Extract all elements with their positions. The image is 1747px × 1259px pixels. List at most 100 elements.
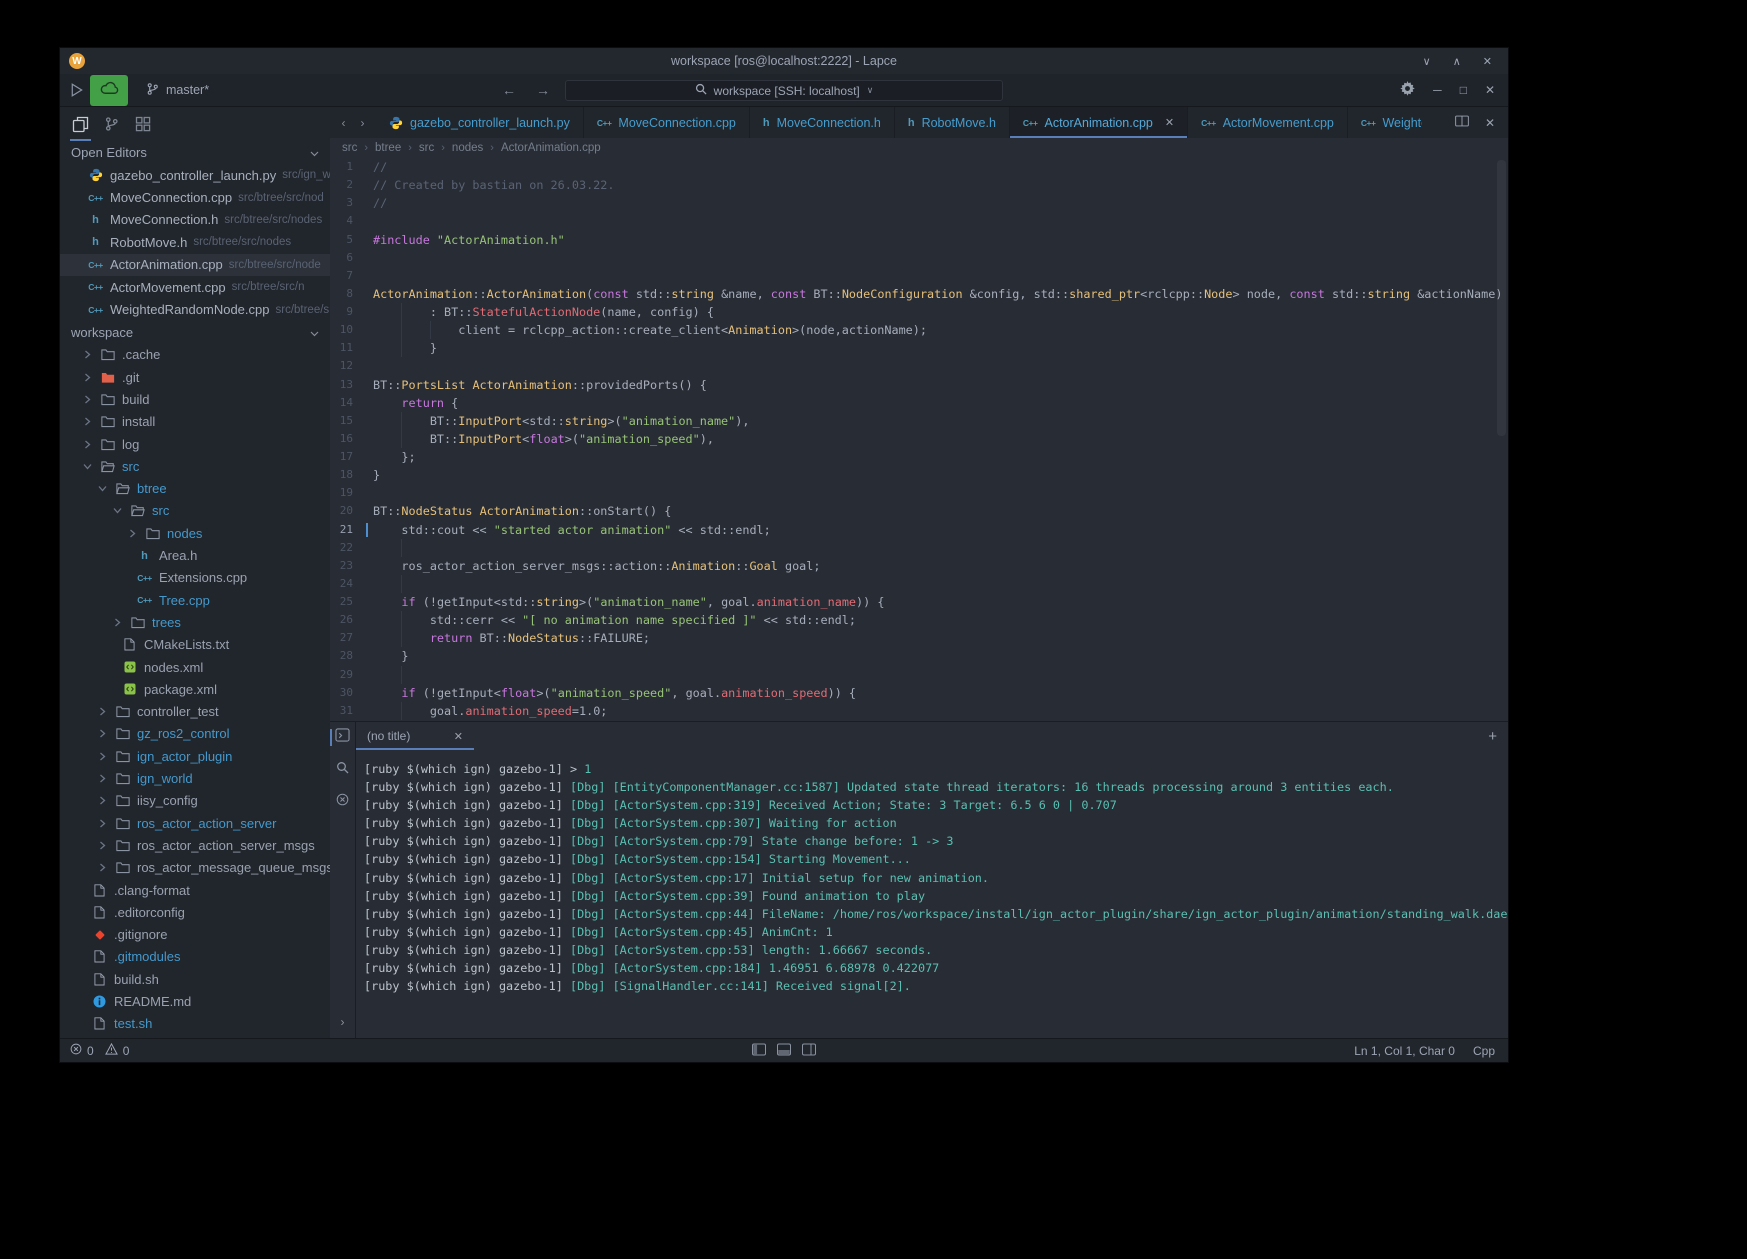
extensions-grid-icon[interactable] [127, 107, 158, 141]
tree-item-name: .gitmodules [114, 949, 180, 964]
tab-actormovement-cpp[interactable]: C++ActorMovement.cpp [1188, 107, 1348, 138]
open-editor-actoranimation-cpp[interactable]: C++ActorAnimation.cppsrc/btree/src/node [60, 254, 330, 276]
tab-actoranimation-cpp[interactable]: C++ActorAnimation.cpp✕ [1010, 107, 1188, 138]
back-button[interactable]: ← [502, 82, 516, 98]
breadcrumb-item-actoranimation-cpp[interactable]: ActorAnimation.cpp [501, 142, 601, 154]
tab-gazebo-controller-launch-py[interactable]: gazebo_controller_launch.py [376, 107, 584, 138]
maximize-button[interactable]: □ [1460, 83, 1467, 97]
line-number: 14 [330, 394, 364, 412]
tree-item-tree-cpp[interactable]: C++Tree.cpp [60, 589, 330, 611]
command-palette-input[interactable]: workspace [SSH: localhost] ∨ [565, 80, 1003, 101]
open-editor-robotmove-h[interactable]: hRobotMove.hsrc/btree/src/nodes [60, 231, 330, 253]
open-editor-moveconnection-h[interactable]: hMoveConnection.hsrc/btree/src/nodes [60, 209, 330, 231]
terminal-panel-icon[interactable] [335, 728, 350, 747]
tree-item-clang-format[interactable]: .clang-format [60, 879, 330, 901]
tree-item-nodes-xml[interactable]: nodes.xml [60, 656, 330, 678]
tree-item-install[interactable]: install [60, 411, 330, 433]
tab-robotmove-h[interactable]: hRobotMove.h [895, 107, 1010, 138]
tabs-scroll-left-icon[interactable]: ‹ [342, 116, 346, 130]
open-editor-name: RobotMove.h [110, 235, 187, 250]
new-terminal-icon[interactable]: + [1488, 728, 1497, 745]
breadcrumb[interactable]: src›btree›src›nodes›ActorAnimation.cpp [330, 138, 1508, 158]
workspace-header[interactable]: workspace [60, 321, 330, 344]
toggle-right-panel-icon[interactable] [802, 1043, 817, 1059]
tree-item-gitmodules[interactable]: .gitmodules [60, 946, 330, 968]
git-branch-indicator[interactable]: master* [146, 82, 209, 99]
code-editor[interactable]: 1//2// Created by bastian on 26.03.22.3/… [330, 158, 1508, 721]
tabs-scroll-right-icon[interactable]: › [361, 116, 365, 130]
panel-expand-icon[interactable]: › [341, 1015, 345, 1029]
tree-item-src[interactable]: src [60, 500, 330, 522]
search-panel-icon[interactable] [336, 761, 349, 779]
tree-item-controller-test[interactable]: controller_test [60, 700, 330, 722]
tab-close-icon[interactable]: ✕ [1165, 116, 1174, 129]
tab-moveconnection-cpp[interactable]: C++MoveConnection.cpp [584, 107, 750, 138]
tree-item-src[interactable]: src [60, 455, 330, 477]
language-mode[interactable]: Cpp [1473, 1044, 1495, 1058]
tree-item-ros-actor-message-queue-msgs[interactable]: ros_actor_message_queue_msgs [60, 857, 330, 879]
terminal-output[interactable]: [ruby $(which ign) gazebo-1] > 1[ruby $(… [356, 750, 1508, 995]
code-line-text: ActorAnimation::ActorAnimation(const std… [373, 285, 1502, 303]
open-editor-moveconnection-cpp[interactable]: C++MoveConnection.cppsrc/btree/src/nod [60, 186, 330, 208]
title-bar[interactable]: W workspace [ros@localhost:2222] - Lapce… [60, 48, 1508, 74]
breadcrumb-item-src[interactable]: src [419, 142, 434, 154]
tree-item-build[interactable]: build [60, 388, 330, 410]
open-editor-gazebo-controller-launch-py[interactable]: gazebo_controller_launch.pysrc/ign_wo [60, 164, 330, 186]
errors-icon[interactable] [70, 1043, 82, 1058]
tree-item-log[interactable]: log [60, 433, 330, 455]
remote-connection-button[interactable] [90, 75, 128, 106]
tab-moveconnection-h[interactable]: hMoveConnection.h [750, 107, 895, 138]
close-button[interactable]: ✕ [1485, 83, 1495, 97]
tree-item-cache[interactable]: .cache [60, 344, 330, 366]
tree-item-editorconfig[interactable]: .editorconfig [60, 901, 330, 923]
window-shade-icon[interactable]: ∨ [1423, 55, 1431, 68]
open-editor-path: src/btree/src/nodes [193, 236, 291, 248]
tree-item-test-sh[interactable]: test.sh [60, 1013, 330, 1035]
source-control-icon[interactable] [96, 107, 127, 141]
open-editor-path: src/btree/s [275, 304, 329, 316]
tree-item-btree[interactable]: btree [60, 478, 330, 500]
tree-item-git[interactable]: .git [60, 366, 330, 388]
window-unshade-icon[interactable]: ∧ [1453, 55, 1461, 68]
tree-item-ros-actor-action-server[interactable]: ros_actor_action_server [60, 812, 330, 834]
forward-button[interactable]: → [536, 82, 550, 98]
python-icon [389, 116, 403, 130]
cursor-position[interactable]: Ln 1, Col 1, Char 0 [1354, 1044, 1455, 1058]
settings-gear-icon[interactable] [1400, 81, 1415, 99]
tree-item-iisy-config[interactable]: iisy_config [60, 790, 330, 812]
tree-item-cmakelists-txt[interactable]: CMakeLists.txt [60, 634, 330, 656]
tree-item-gitignore[interactable]: .gitignore [60, 923, 330, 945]
file-explorer-icon[interactable] [65, 107, 96, 141]
terminal-tab-close-icon[interactable]: ✕ [454, 730, 463, 743]
tree-item-build-sh[interactable]: build.sh [60, 968, 330, 990]
open-editor-actormovement-cpp[interactable]: C++ActorMovement.cppsrc/btree/src/n [60, 276, 330, 298]
chevron-right-icon [84, 440, 94, 449]
problems-panel-icon[interactable] [336, 793, 349, 811]
breadcrumb-item-src[interactable]: src [342, 142, 357, 154]
toggle-sidebar-icon[interactable] [752, 1043, 767, 1059]
breadcrumb-item-btree[interactable]: btree [375, 142, 401, 154]
tree-item-nodes[interactable]: nodes [60, 522, 330, 544]
toggle-panel-icon[interactable] [777, 1043, 792, 1059]
tab-weightedra[interactable]: C++WeightedRa [1348, 107, 1422, 138]
close-editor-icon[interactable]: ✕ [1485, 116, 1495, 130]
minimize-button[interactable]: ─ [1433, 83, 1442, 97]
tree-item-ros-actor-action-server-msgs[interactable]: ros_actor_action_server_msgs [60, 834, 330, 856]
tree-item-package-xml[interactable]: package.xml [60, 678, 330, 700]
open-editor-weightedrandomnode-cpp[interactable]: C++WeightedRandomNode.cppsrc/btree/s [60, 298, 330, 320]
tree-item-ign-actor-plugin[interactable]: ign_actor_plugin [60, 745, 330, 767]
tree-item-extensions-cpp[interactable]: C++Extensions.cpp [60, 567, 330, 589]
code-line-31: 31 goal.animation_speed=1.0; [330, 702, 1508, 720]
open-editors-header[interactable]: Open Editors [60, 141, 330, 164]
tree-item-area-h[interactable]: hArea.h [60, 544, 330, 566]
file-icon [92, 950, 107, 963]
tree-item-ign-world[interactable]: ign_world [60, 767, 330, 789]
window-close-icon[interactable]: ✕ [1483, 55, 1492, 68]
warnings-icon[interactable] [105, 1043, 118, 1058]
breadcrumb-item-nodes[interactable]: nodes [452, 142, 483, 154]
tree-item-gz-ros2-control[interactable]: gz_ros2_control [60, 723, 330, 745]
tree-item-trees[interactable]: trees [60, 611, 330, 633]
split-editor-icon[interactable] [1455, 115, 1469, 130]
tree-item-readme-md[interactable]: README.md [60, 990, 330, 1012]
terminal-tab[interactable]: (no title) ✕ [356, 722, 474, 750]
